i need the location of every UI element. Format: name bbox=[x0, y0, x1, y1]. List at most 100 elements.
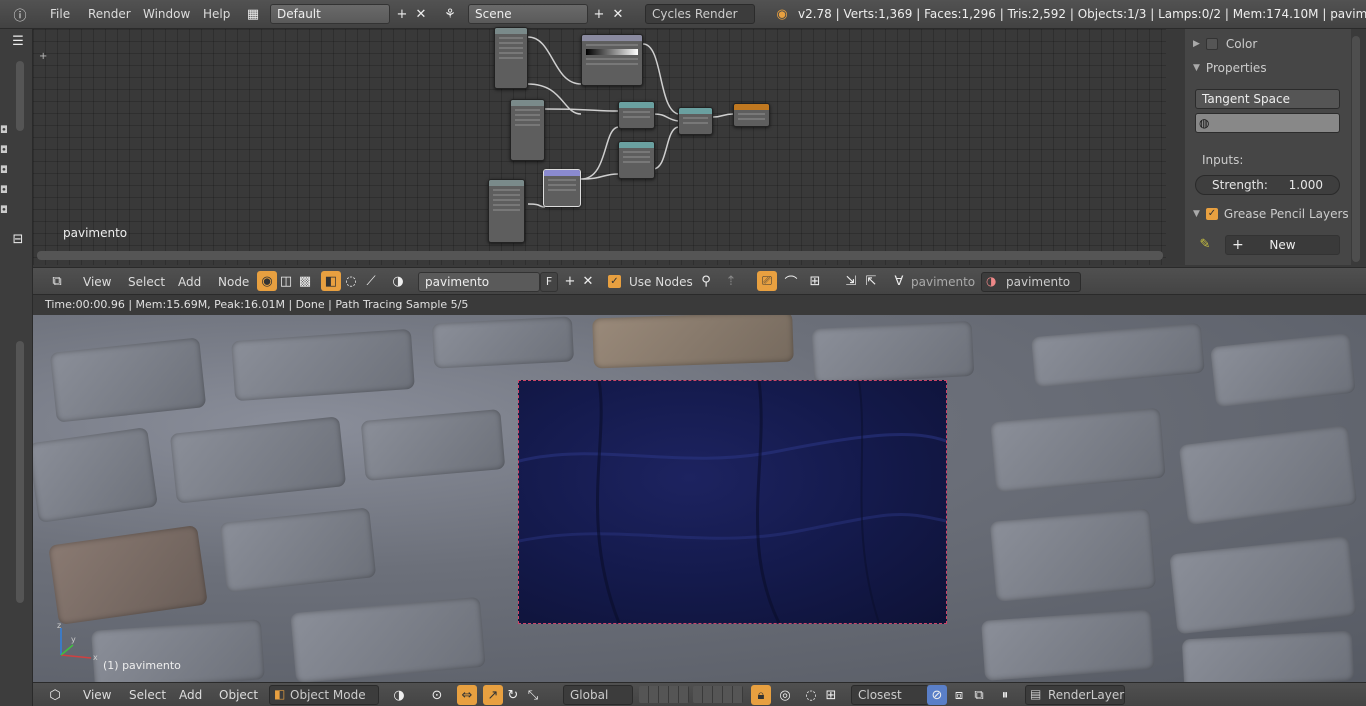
scene-field[interactable]: Scene bbox=[468, 4, 588, 24]
image-texture-node-3[interactable] bbox=[488, 179, 525, 243]
remove-layout-button[interactable]: ✕ bbox=[411, 4, 431, 24]
cobblestone bbox=[989, 508, 1157, 602]
shader-nodes-icon[interactable]: ◉ bbox=[257, 271, 277, 291]
object-menu[interactable]: Object bbox=[219, 688, 258, 702]
menu-file[interactable]: File bbox=[50, 7, 70, 21]
menu-window[interactable]: Window bbox=[143, 7, 190, 21]
texture-nodes-icon[interactable]: ▩ bbox=[295, 271, 315, 291]
remove-scene-button[interactable]: ✕ bbox=[608, 4, 628, 24]
colorramp-node[interactable] bbox=[581, 34, 643, 86]
paste-nodes-icon[interactable]: ⇱ bbox=[861, 271, 881, 291]
rotate-icon[interactable]: ↻ bbox=[503, 685, 523, 705]
properties-toggle-icon[interactable]: ⊟ bbox=[8, 229, 28, 249]
menu-render[interactable]: Render bbox=[88, 7, 131, 21]
properties-scrollbar[interactable] bbox=[1352, 36, 1360, 262]
select-menu[interactable]: Select bbox=[129, 688, 166, 702]
node-menu-view[interactable]: View bbox=[83, 275, 111, 289]
strength-field[interactable]: Strength: 1.000 bbox=[1195, 175, 1340, 195]
3d-editor-type-icon[interactable]: ⬡ bbox=[45, 685, 65, 705]
material-name-field[interactable]: pavimento bbox=[418, 272, 540, 292]
uv-map-field[interactable]: ◍ bbox=[1195, 113, 1340, 133]
manipulator-icon[interactable]: ⇔ bbox=[457, 685, 477, 705]
render-region[interactable] bbox=[518, 380, 947, 624]
grease-pencil-checkbox[interactable]: ✓ bbox=[1205, 208, 1218, 220]
snap-icon[interactable]: ⌒ bbox=[781, 271, 801, 291]
mode-select[interactable]: ◧ Object Mode bbox=[269, 685, 379, 705]
info-editor-icon[interactable]: ⓘ bbox=[10, 4, 30, 24]
layers-grid-2[interactable] bbox=[693, 686, 743, 703]
fake-user-toggle[interactable]: F bbox=[540, 272, 558, 292]
uv-map-icon: ◍ bbox=[1199, 116, 1210, 130]
left-lower-scrollbar[interactable] bbox=[16, 341, 24, 603]
principled-node-1[interactable] bbox=[618, 101, 655, 129]
cobblestone bbox=[49, 337, 207, 423]
strength-label: Strength: bbox=[1212, 178, 1268, 192]
pause-icon[interactable]: ⏸︎ bbox=[995, 685, 1015, 705]
normal-map-node[interactable] bbox=[543, 169, 581, 207]
pivot-icon[interactable]: ⊙ bbox=[427, 685, 447, 705]
snap-element-icon[interactable]: ⊞ bbox=[805, 271, 825, 291]
add-menu[interactable]: Add bbox=[179, 688, 202, 702]
sidebar-gap bbox=[1166, 29, 1185, 265]
principled-node-2[interactable] bbox=[618, 141, 655, 179]
color-panel-header[interactable]: ▶ Color bbox=[1185, 33, 1351, 55]
render-anim-icon[interactable]: ⧉ bbox=[969, 685, 989, 705]
linestyle-icon[interactable]: ⟋ bbox=[361, 271, 381, 291]
scene-icon[interactable]: ⚘ bbox=[440, 4, 460, 24]
editor-type-icon[interactable]: ⧉ bbox=[47, 271, 67, 291]
image-texture-node-1[interactable] bbox=[494, 27, 528, 89]
material-output-node[interactable] bbox=[733, 103, 770, 127]
cobblestone bbox=[990, 407, 1166, 493]
layers-grid[interactable] bbox=[639, 686, 689, 703]
render-still-icon[interactable]: ⧈ bbox=[949, 685, 969, 705]
use-nodes-checkbox[interactable]: ✓ bbox=[608, 275, 621, 288]
new-button-label: New bbox=[1269, 238, 1296, 252]
plus-icon: + bbox=[1232, 237, 1244, 253]
grease-pencil-header[interactable]: ▼ ✓ Grease Pencil Layers bbox=[1185, 203, 1351, 225]
outliner-icon[interactable]: ☰ bbox=[8, 31, 28, 51]
material-slot-select[interactable]: ◑ pavimento bbox=[981, 272, 1081, 292]
add-region-icon[interactable]: + bbox=[39, 51, 47, 62]
render-engine-select[interactable]: Cycles Render bbox=[645, 4, 755, 24]
backdrop-icon[interactable]: ⎚ bbox=[757, 271, 777, 291]
snap-toggle-icon[interactable]: ⊞ bbox=[821, 685, 841, 705]
translate-icon[interactable]: ↗ bbox=[483, 685, 503, 705]
pencil-icon[interactable]: ✎ bbox=[1195, 234, 1215, 254]
viewport-shading-icon[interactable]: ◑ bbox=[389, 685, 409, 705]
add-material-button[interactable]: + bbox=[560, 271, 580, 291]
node-editor[interactable]: + pavimento bbox=[33, 27, 1177, 265]
unlink-material-button[interactable]: ✕ bbox=[578, 271, 598, 291]
parent-node-tree-icon[interactable]: ⇡ bbox=[721, 271, 741, 291]
node-menu-select[interactable]: Select bbox=[128, 275, 165, 289]
compositing-nodes-icon[interactable]: ◫ bbox=[276, 271, 296, 291]
add-layout-button[interactable]: + bbox=[392, 4, 412, 24]
render-preview-icon[interactable]: ◎ bbox=[775, 685, 795, 705]
screen-layout-icon[interactable]: ▦ bbox=[243, 4, 263, 24]
render-layer-select[interactable]: ▤ RenderLayer bbox=[1025, 685, 1125, 705]
object-shader-icon[interactable]: ◧ bbox=[321, 271, 341, 291]
pin-icon[interactable]: ⚲ bbox=[696, 271, 716, 291]
node-menu-add[interactable]: Add bbox=[178, 275, 201, 289]
mix-shader-node[interactable] bbox=[678, 107, 713, 135]
material-browse-icon[interactable]: ◑ bbox=[388, 271, 408, 291]
screen-layout-field[interactable]: Default bbox=[270, 4, 390, 24]
color-checkbox[interactable] bbox=[1205, 38, 1218, 50]
view-menu[interactable]: View bbox=[83, 688, 111, 702]
scale-icon[interactable]: ⤡ bbox=[523, 685, 543, 705]
proportional-edit-icon[interactable]: ◌ bbox=[801, 685, 821, 705]
snap-align-icon[interactable]: ⊘ bbox=[927, 685, 947, 705]
image-texture-node-2[interactable] bbox=[510, 99, 545, 161]
node-hscrollbar[interactable] bbox=[37, 251, 1163, 260]
properties-panel-header[interactable]: ▼ Properties bbox=[1185, 57, 1351, 79]
orientation-select[interactable]: Global bbox=[563, 685, 633, 705]
lock-layers-icon[interactable]: 🔒︎ bbox=[751, 685, 771, 705]
add-scene-button[interactable]: + bbox=[589, 4, 609, 24]
menu-help[interactable]: Help bbox=[203, 7, 230, 21]
world-shader-icon[interactable]: ◌ bbox=[341, 271, 361, 291]
copy-nodes-icon[interactable]: ⇲ bbox=[841, 271, 861, 291]
new-layer-button[interactable]: + New bbox=[1225, 235, 1340, 255]
node-menu-node[interactable]: Node bbox=[218, 275, 249, 289]
left-scrollbar[interactable] bbox=[16, 61, 24, 131]
snap-target-select[interactable]: Closest bbox=[851, 685, 929, 705]
space-select[interactable]: Tangent Space bbox=[1195, 89, 1340, 109]
